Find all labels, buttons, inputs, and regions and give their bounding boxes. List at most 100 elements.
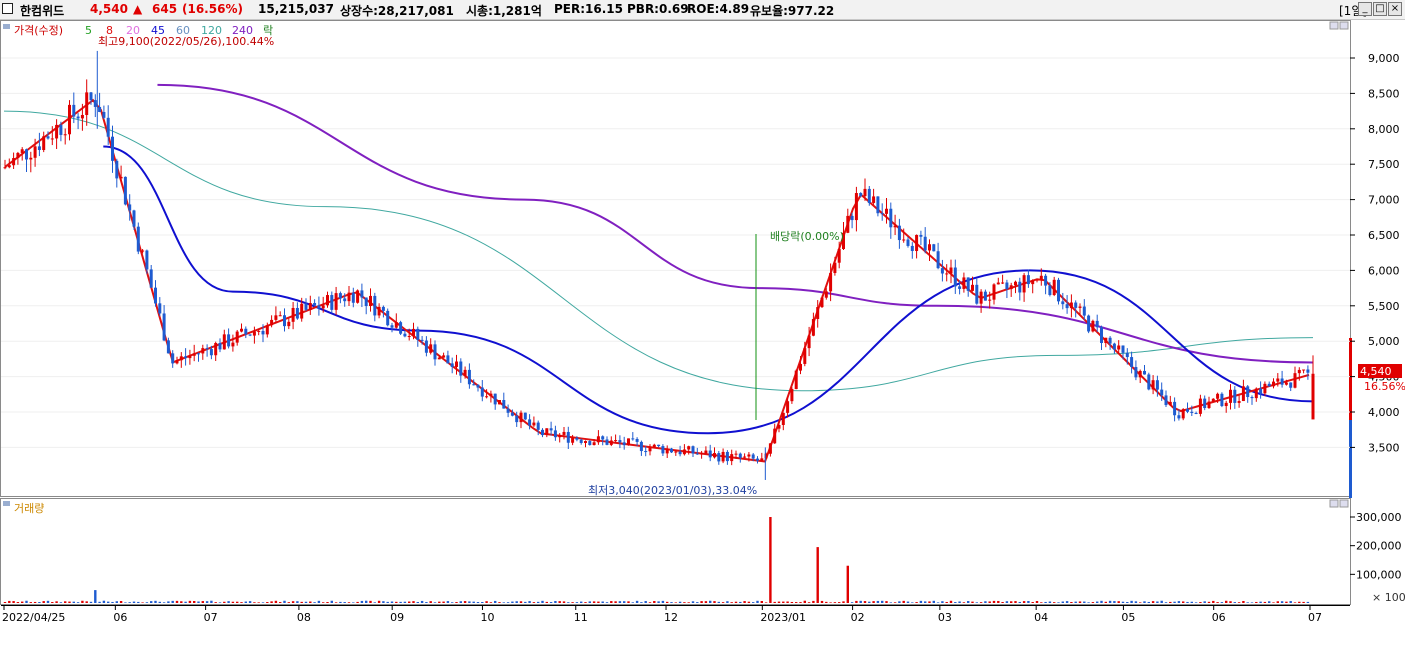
volume-bar <box>515 601 518 603</box>
volume-bar <box>627 601 630 603</box>
candle-body <box>171 353 175 364</box>
candle-body <box>1095 320 1099 328</box>
volume-bar <box>455 602 458 603</box>
volume-bar <box>107 601 110 603</box>
volume-bar <box>554 601 557 603</box>
candle-body <box>321 305 325 309</box>
candle-body <box>175 360 179 364</box>
volume-bar <box>218 602 222 603</box>
candle-body <box>184 356 188 359</box>
volume-bar <box>502 602 505 603</box>
legend-price-label: 가격(수정) <box>14 24 63 37</box>
volume-bar <box>94 590 97 603</box>
candle-body <box>1074 302 1078 308</box>
panel-handle-icon[interactable] <box>3 24 10 29</box>
candle-body <box>725 451 729 462</box>
candle-body <box>1293 373 1297 388</box>
candle-body <box>992 284 996 300</box>
maximize-button[interactable]: □ <box>1373 2 1387 16</box>
window-checkbox-icon[interactable] <box>2 3 13 14</box>
x-tick-label: 06 <box>113 611 127 624</box>
close-button[interactable]: × <box>1388 2 1402 16</box>
candle-body <box>829 273 833 292</box>
candle-body <box>450 363 454 367</box>
panel-close-icon[interactable] <box>1339 21 1349 30</box>
candle-body <box>1207 401 1211 409</box>
candle-body <box>1168 401 1172 406</box>
x-tick-label: 12 <box>664 611 678 624</box>
volume-bar <box>812 600 815 603</box>
candle-body <box>1267 383 1271 387</box>
volume-bar <box>154 600 157 603</box>
candle-body <box>1147 374 1151 390</box>
volume-bar <box>524 601 527 603</box>
candle-body <box>416 328 420 340</box>
volume-close-icon[interactable] <box>1339 499 1349 508</box>
volume-bar <box>1212 600 1215 603</box>
volume-bar <box>377 600 381 603</box>
volume-bar <box>1143 601 1146 603</box>
candle-body <box>149 269 153 288</box>
volume-bar <box>1005 601 1009 603</box>
volume-bar <box>1083 601 1086 603</box>
candle-body <box>652 444 656 448</box>
volume-bar <box>782 601 785 603</box>
volume-bar <box>936 602 940 603</box>
candle-body <box>373 295 377 316</box>
candle-body <box>1087 315 1091 332</box>
panel-minimize-icon[interactable] <box>1329 21 1339 30</box>
candle-body <box>1155 380 1159 390</box>
candle-body <box>493 393 497 405</box>
volume-panel-handle-icon[interactable] <box>3 501 10 506</box>
volume-minimize-icon[interactable] <box>1329 499 1339 508</box>
price-panel <box>0 20 1351 497</box>
candle-body <box>932 244 936 252</box>
candle-body <box>850 215 854 221</box>
candle-body <box>1014 281 1017 286</box>
volume-panel <box>0 498 1351 605</box>
candle-body <box>1130 357 1134 368</box>
candle-body <box>326 295 329 306</box>
volume-bar <box>833 602 837 603</box>
candle-body <box>979 291 983 304</box>
volume-bar <box>528 601 531 603</box>
volume-bar <box>764 602 768 603</box>
volume-bar <box>635 600 639 603</box>
candle-body <box>824 291 828 298</box>
volume-bar <box>494 600 497 603</box>
stock-name: 한컴위드 <box>20 4 65 18</box>
volume-bar <box>1268 601 1271 603</box>
volume-bar <box>309 601 312 603</box>
candle-body <box>3 167 7 169</box>
candle-body <box>528 419 532 426</box>
candle-body <box>820 297 824 308</box>
volume-bar <box>1259 601 1262 603</box>
candle-body <box>274 315 278 320</box>
candle-body <box>1134 367 1138 378</box>
candle-body <box>283 315 286 327</box>
candle-body <box>682 449 686 455</box>
candle-body <box>515 415 519 423</box>
candle-body <box>1254 388 1258 399</box>
minimize-button[interactable]: _ <box>1358 2 1372 16</box>
candle-body <box>1022 275 1026 293</box>
stock-chart[interactable]: 가격(수정) 5 8 20 45 60 120 240 락 거래량 3,5004… <box>0 20 1405 648</box>
candle-body <box>1203 398 1207 409</box>
volume-bar <box>1220 602 1224 603</box>
candle-body <box>1121 345 1125 353</box>
volume-bar <box>296 601 299 603</box>
volume-bar <box>429 601 432 603</box>
candle-body <box>252 331 256 336</box>
candle-body <box>7 165 11 168</box>
volume-bar <box>1001 602 1004 603</box>
reserve-ratio: 유보율:977.22 <box>750 4 835 18</box>
volume-bar <box>691 601 695 603</box>
candle-body <box>459 361 463 376</box>
candle-body <box>962 277 966 289</box>
candle-body <box>665 448 669 454</box>
volume-bar <box>949 600 953 603</box>
candle-body <box>1005 282 1009 290</box>
volume-bar <box>850 602 854 603</box>
candle-body <box>485 396 489 398</box>
volume-legend-label: 거래량 <box>14 502 44 515</box>
